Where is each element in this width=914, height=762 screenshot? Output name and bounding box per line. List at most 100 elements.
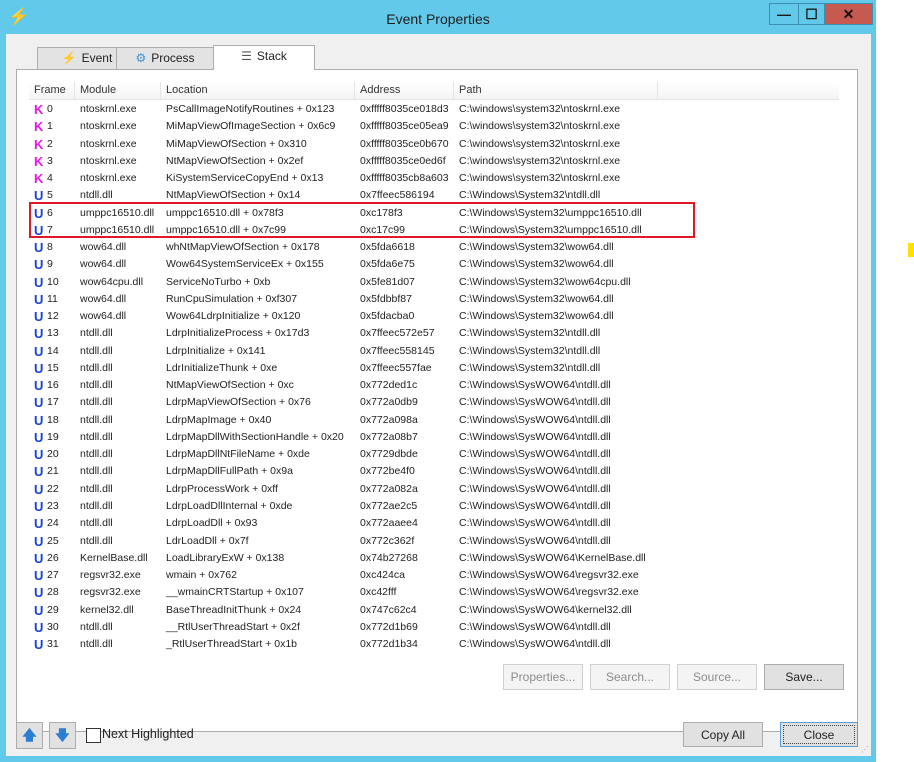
stack-frame-row[interactable]: U 31 ntdll.dll _RtlUserThreadStart + 0x1b 0x… [29,636,839,653]
previous-button[interactable]: 🡅 [16,722,43,749]
column-header-location[interactable]: Location [161,82,355,99]
cell-module: ntoskrnl.exe [80,137,137,150]
cell-module: kernel32.dll [80,603,134,616]
cell-module: ntoskrnl.exe [80,172,137,185]
user-mode-icon: U [34,568,44,584]
properties-button[interactable]: Properties... [503,664,583,690]
stack-frame-row[interactable]: U 19 ntdll.dll LdrpMapDllWithSectionHandle … [29,429,839,446]
cell-path: C:\Windows\SysWOW64\ntdll.dll [459,448,611,461]
cell-module: ntdll.dll [80,482,113,495]
user-mode-icon: U [34,498,44,514]
cell-module: ntdll.dll [80,465,113,478]
next-button[interactable]: 🡇 [49,722,76,749]
stack-frame-row[interactable]: U 26 KernelBase.dll LoadLibraryExW + 0x138 0… [29,550,839,567]
cell-frame: 6 [47,206,53,219]
event-properties-window: ⚡ Event Properties — ☐ ✕ ⚡ Event ⚙ Process… [0,0,876,762]
cell-path: C:\Windows\SysWOW64\ntdll.dll [459,482,611,495]
stack-frame-row[interactable]: K 1 ntoskrnl.exe MiMapViewOfImageSection + … [29,118,839,135]
stack-frame-row[interactable]: U 14 ntdll.dll LdrpInitialize + 0x141 0x7ffe… [29,343,839,360]
cell-address: 0x5fda6618 [360,241,415,254]
cell-address: 0x772a082a [360,482,418,495]
cell-path: C:\Windows\SysWOW64\ntdll.dll [459,396,611,409]
stack-frame-row[interactable]: U 27 regsvr32.exe wmain + 0x762 0xc424ca C:\W… [29,567,839,584]
cell-frame: 4 [47,172,53,185]
cell-frame: 25 [47,534,59,547]
stack-frame-row[interactable]: U 11 wow64.dll RunCpuSimulation + 0xf307 0x5… [29,291,839,308]
user-mode-icon: U [34,343,44,359]
save-button[interactable]: Save... [764,664,844,690]
stack-frame-row[interactable]: K 3 ntoskrnl.exe NtMapViewOfSection + 0x2ef… [29,153,839,170]
stack-frame-row[interactable]: U 10 wow64cpu.dll ServiceNoTurbo + 0xb 0x5fe… [29,274,839,291]
cell-module: wow64.dll [80,292,127,305]
stack-frame-row[interactable]: U 5 ntdll.dll NtMapViewOfSection + 0x14 0x7f… [29,187,839,204]
stack-frame-row[interactable]: U 28 regsvr32.exe __wmainCRTStartup + 0x107… [29,584,839,601]
cell-frame: 12 [47,310,59,323]
cell-address: 0xfffff8035ce0b670 [360,137,449,150]
stack-frame-row[interactable]: U 20 ntdll.dll LdrpMapDllNtFileName + 0xde 0… [29,446,839,463]
cell-location: NtMapViewOfSection + 0xc [166,379,294,392]
title-bar[interactable]: ⚡ Event Properties — ☐ ✕ [0,0,876,38]
stack-list[interactable]: Frame Module Location Address Path K 0 nto… [29,82,839,652]
minimize-button[interactable]: — [769,3,799,25]
stack-frame-row[interactable]: U 16 ntdll.dll NtMapViewOfSection + 0xc 0x77… [29,377,839,394]
resize-grip[interactable]: ⋰ [861,745,869,754]
cell-path: C:\windows\system32\ntoskrnl.exe [459,120,621,133]
cell-path: C:\Windows\SysWOW64\ntdll.dll [459,379,611,392]
stack-frame-row[interactable]: U 7 umppc16510.dll umppc16510.dll + 0x7c99 0… [29,222,839,239]
cell-frame: 13 [47,327,59,340]
stack-frame-row[interactable]: U 13 ntdll.dll LdrpInitializeProcess + 0x17… [29,325,839,342]
cell-location: LdrLoadDll + 0x7f [166,534,249,547]
maximize-button[interactable]: ☐ [798,3,825,25]
search-button[interactable]: Search... [590,664,670,690]
column-header-frame[interactable]: Frame [29,82,75,99]
cell-path: C:\Windows\SysWOW64\ntdll.dll [459,534,611,547]
stack-frame-row[interactable]: U 29 kernel32.dll BaseThreadInitThunk + 0x2… [29,602,839,619]
stack-frame-row[interactable]: K 0 ntoskrnl.exe PsCallImageNotifyRoutines … [29,101,839,118]
cell-location: LdrpProcessWork + 0xff [166,482,278,495]
cell-address: 0x7ffeec557fae [360,361,432,374]
stack-frame-row[interactable]: U 30 ntdll.dll __RtlUserThreadStart + 0x2f 0… [29,619,839,636]
tab-label: Event [81,51,113,65]
stack-frame-row[interactable]: U 9 wow64.dll Wow64SystemServiceEx + 0x155 0… [29,256,839,273]
cell-path: C:\windows\system32\ntoskrnl.exe [459,154,621,167]
copy-all-button[interactable]: Copy All [683,722,763,747]
cell-frame: 8 [47,241,53,254]
stack-frame-row[interactable]: K 4 ntoskrnl.exe KiSystemServiceCopyEnd + 0… [29,170,839,187]
stack-frame-row[interactable]: U 21 ntdll.dll LdrpMapDllFullPath + 0x9a 0x7… [29,463,839,480]
cell-module: wow64.dll [80,241,127,254]
cell-address: 0xc178f3 [360,206,403,219]
close-window-button[interactable]: ✕ [824,3,873,25]
column-header-address[interactable]: Address [355,82,454,99]
cell-module: ntdll.dll [80,327,113,340]
cell-location: RunCpuSimulation + 0xf307 [166,292,298,305]
stack-frame-row[interactable]: U 6 umppc16510.dll umppc16510.dll + 0x78f3 0… [29,205,839,222]
next-highlighted-label[interactable]: Next Highlighted [102,727,194,741]
source-button[interactable]: Source... [677,664,757,690]
stack-frame-row[interactable]: U 18 ntdll.dll LdrpMapImage + 0x40 0x772a098… [29,412,839,429]
stack-frame-row[interactable]: K 2 ntoskrnl.exe MiMapViewOfSection + 0x310… [29,136,839,153]
stack-frame-row[interactable]: U 15 ntdll.dll LdrInitializeThunk + 0xe 0x7f… [29,360,839,377]
stack-frame-row[interactable]: U 8 wow64.dll whNtMapViewOfSection + 0x178 0… [29,239,839,256]
stack-frame-row[interactable]: U 23 ntdll.dll LdrpLoadDllInternal + 0xde 0x… [29,498,839,515]
close-button[interactable]: Close [780,722,858,747]
stack-frame-row[interactable]: U 17 ntdll.dll LdrpMapViewOfSection + 0x76 0… [29,394,839,411]
stack-frame-row[interactable]: U 12 wow64.dll Wow64LdrpInitialize + 0x120 0… [29,308,839,325]
cell-address: 0xfffff8035ce0ed6f [360,154,446,167]
cell-location: NtMapViewOfSection + 0x2ef [166,154,304,167]
tab-stack[interactable]: ☰ Stack [213,45,315,70]
cell-path: C:\Windows\SysWOW64\ntdll.dll [459,465,611,478]
column-header-module[interactable]: Module [75,82,161,99]
stack-frame-row[interactable]: U 22 ntdll.dll LdrpProcessWork + 0xff 0x772a… [29,481,839,498]
cell-location: LdrpLoadDllInternal + 0xde [166,499,293,512]
stack-frame-row[interactable]: U 24 ntdll.dll LdrpLoadDll + 0x93 0x772aaee4… [29,515,839,532]
column-header-path[interactable]: Path [454,82,658,99]
cell-location: LdrpMapViewOfSection + 0x76 [166,396,311,409]
next-highlighted-checkbox[interactable] [86,728,101,743]
cell-module: umppc16510.dll [80,206,155,219]
cell-frame: 15 [47,361,59,374]
tab-process[interactable]: ⚙ Process [116,47,214,69]
cell-frame: 19 [47,430,59,443]
cell-address: 0xfffff8035ce05ea9 [360,120,449,133]
cell-frame: 9 [47,258,53,271]
stack-frame-row[interactable]: U 25 ntdll.dll LdrLoadDll + 0x7f 0x772c362f C… [29,533,839,550]
